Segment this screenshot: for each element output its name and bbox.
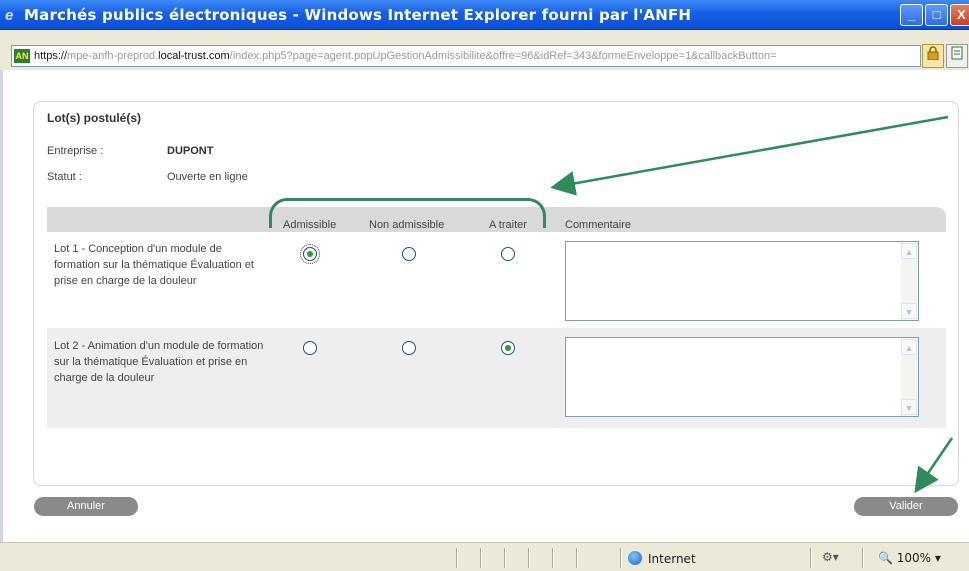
status-divider xyxy=(810,548,812,568)
window-title: Marchés publics électroniques - Windows … xyxy=(24,6,692,24)
window-title-bar: e Marchés publics électroniques - Window… xyxy=(0,0,969,30)
table-row: Lot 1 - Conception d'un module de format… xyxy=(47,232,946,328)
radio-admissible[interactable] xyxy=(303,341,317,355)
radio-admissible[interactable] xyxy=(300,244,320,264)
scroll-down-icon[interactable]: ▼ xyxy=(901,303,917,319)
radio-non-admissible[interactable] xyxy=(402,247,416,261)
status-divider xyxy=(620,548,622,568)
radio-a-traiter[interactable] xyxy=(501,341,515,355)
minimize-button[interactable]: _ xyxy=(900,4,923,26)
scroll-up-icon[interactable]: ▲ xyxy=(901,339,917,355)
cancel-button[interactable]: Annuler xyxy=(34,497,138,516)
url-path: /index.php5?page=agent.popUpGestionAdmis… xyxy=(229,50,777,62)
status-divider xyxy=(552,548,554,568)
address-bar: AN https://mpe-anfh-preprod.local-trust.… xyxy=(0,30,969,70)
status-value: Ouverte en ligne xyxy=(167,171,248,183)
maximize-button[interactable]: □ xyxy=(925,4,948,26)
status-divider xyxy=(456,548,458,568)
validate-button[interactable]: Valider xyxy=(854,497,958,516)
protected-mode-icon[interactable]: ⚙▾ xyxy=(822,550,839,564)
zoom-icon: 🔍 xyxy=(878,551,893,565)
url-host: local-trust.com xyxy=(158,50,230,62)
zoom-level: 100% xyxy=(896,551,932,565)
site-favicon-icon: AN xyxy=(14,49,30,63)
url-text[interactable]: https://mpe-anfh-preprod.local-trust.com… xyxy=(34,50,918,62)
globe-icon xyxy=(628,551,642,565)
lot-label: Lot 2 - Animation d'un module de formati… xyxy=(54,340,264,384)
status-divider xyxy=(576,548,578,568)
ie-window: e Marchés publics électroniques - Window… xyxy=(0,0,969,571)
zoom-control[interactable]: 🔍 100% ▾ xyxy=(878,551,941,565)
scroll-up-icon[interactable]: ▲ xyxy=(901,243,917,259)
ie-logo-icon: e xyxy=(5,7,14,24)
company-label: Entreprise : xyxy=(47,145,104,157)
url-subdomain: mpe-anfh-preprod. xyxy=(67,50,159,62)
comment-textarea[interactable]: ▲ ▼ xyxy=(565,337,919,417)
radio-a-traiter[interactable] xyxy=(501,247,515,261)
zone-label: Internet xyxy=(648,552,696,566)
close-button[interactable]: X xyxy=(950,4,969,26)
security-zone: Internet xyxy=(628,551,696,566)
status-divider xyxy=(528,548,530,568)
radio-non-admissible[interactable] xyxy=(402,341,416,355)
panel-title: Lot(s) postulé(s) xyxy=(47,111,141,125)
status-divider xyxy=(504,548,506,568)
column-commentaire: Commentaire xyxy=(565,219,632,231)
status-label: Statut : xyxy=(47,171,82,183)
status-divider xyxy=(862,548,864,568)
status-bar: Internet ⚙▾ 🔍 100% ▾ xyxy=(0,542,969,571)
annotation-bracket xyxy=(269,198,546,228)
lot-label: Lot 1 - Conception d'un module de format… xyxy=(54,243,254,287)
url-field[interactable]: AN https://mpe-anfh-preprod.local-trust.… xyxy=(11,45,921,67)
comment-textarea[interactable]: ▲ ▼ xyxy=(565,241,919,321)
comment-scrollbar[interactable]: ▲ ▼ xyxy=(901,339,917,415)
comment-scrollbar[interactable]: ▲ ▼ xyxy=(901,243,917,319)
company-value: DUPONT xyxy=(167,145,214,157)
page-icon[interactable] xyxy=(946,44,968,68)
status-divider xyxy=(480,548,482,568)
url-scheme: https:// xyxy=(34,50,68,62)
scroll-down-icon[interactable]: ▼ xyxy=(901,399,917,415)
lock-icon[interactable] xyxy=(922,44,944,68)
table-row: Lot 2 - Animation d'un module de formati… xyxy=(47,328,946,428)
